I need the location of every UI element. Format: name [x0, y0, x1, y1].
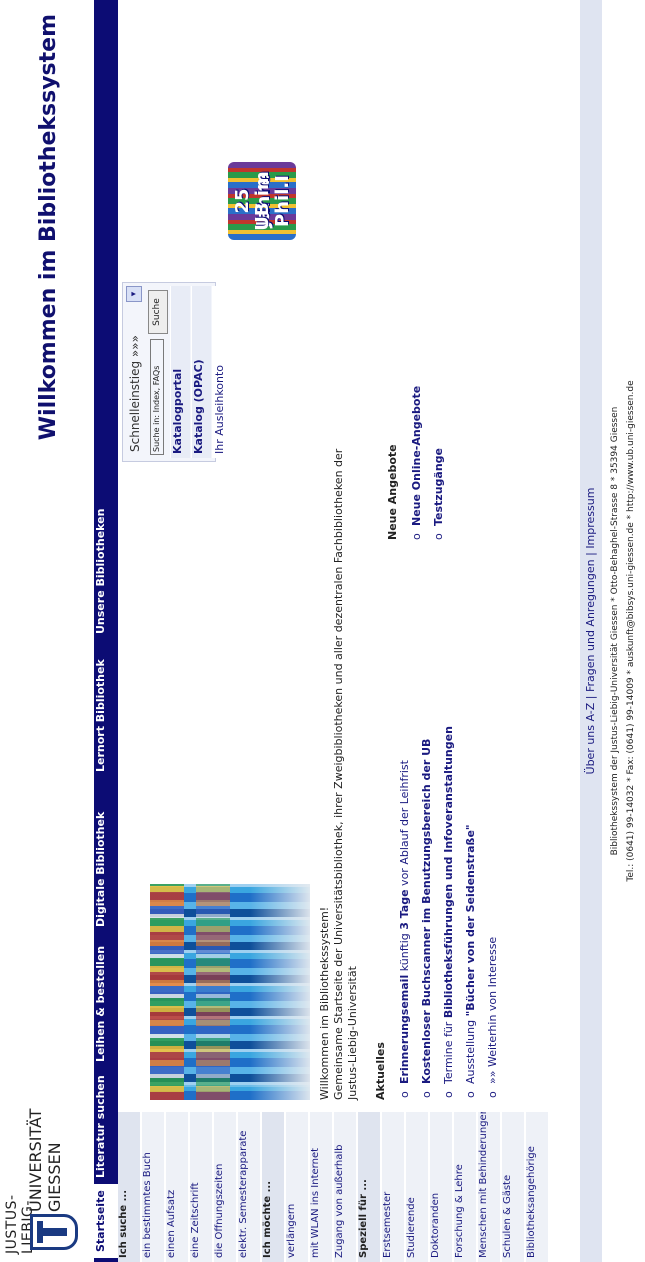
news-heading: Aktuelles	[374, 1042, 387, 1100]
sidebar: Ich suche ... ein bestimmtes Buch einen …	[118, 1112, 645, 1262]
tab-lernort-bibliothek[interactable]: Lernort Bibliothek	[94, 659, 118, 772]
university-emblem-icon	[30, 1214, 78, 1250]
footer-contact: Tel.: (0641) 99-14032 * Fax: (0641) 99-1…	[626, 380, 636, 882]
search-button[interactable]: Suche	[148, 290, 168, 334]
footer-address: Bibliothekssystem der Justus-Liebig-Univ…	[610, 406, 620, 856]
sidebar-item-oeffnungszeiten[interactable]: die Öffnungszeiten	[214, 1112, 237, 1262]
university-logo[interactable]: JUSTUS-LIEBIG- UNIVERSITÄT GIESSEN	[4, 1109, 86, 1254]
sidebar-item-studierende[interactable]: Studierende	[406, 1112, 429, 1262]
sidebar-heading-ich-suche: Ich suche ...	[118, 1112, 141, 1262]
sidebar-item-erstsemester[interactable]: Erstsemester	[382, 1112, 405, 1262]
news-item[interactable]: oTermine für Bibliotheksführungen und In…	[442, 726, 455, 1098]
sidebar-item-doktoranden[interactable]: Doktoranden	[430, 1112, 453, 1262]
sidebar-item-semesterapparate[interactable]: elektr. Semesterapparate	[238, 1112, 261, 1262]
offer-item-testzugaenge[interactable]: oTestzugänge	[432, 448, 445, 540]
quick-access-label: Schnelleinstieg »»»	[128, 335, 142, 452]
tab-startseite[interactable]: Startseite	[94, 1184, 118, 1258]
footer: Über uns A-Z | Fragen und Anregungen | I…	[580, 0, 645, 1262]
offer-item-online[interactable]: oNeue Online-Angebote	[410, 386, 423, 540]
banner-text-2: UB im	[252, 171, 273, 231]
main-navigation: Startseite Literatur suchen Leihen & bes…	[94, 0, 118, 1262]
anniversary-banner[interactable]: 25 Jahre UB im Phil.I	[228, 162, 296, 240]
sidebar-item-schulen-gaeste[interactable]: Schulen & Gäste	[502, 1112, 525, 1262]
tab-leihen-bestellen[interactable]: Leihen & bestellen	[94, 946, 118, 1062]
news-item-more[interactable]: o»» Weiterhin von Interesse	[486, 937, 499, 1098]
sidebar-item-verlaengern[interactable]: verlängern	[286, 1112, 309, 1262]
sidebar-item-wlan[interactable]: mit WLAN ins Internet	[310, 1112, 333, 1262]
sidebar-item-aufsatz[interactable]: einen Aufsatz	[166, 1112, 189, 1262]
link-katalogportal[interactable]: Katalogportal	[170, 286, 190, 458]
sidebar-item-bibliotheksangehoerige[interactable]: Bibliotheksangehörige	[526, 1112, 549, 1262]
tab-literatur-suchen[interactable]: Literatur suchen	[94, 1075, 118, 1178]
footer-links[interactable]: Über uns A-Z | Fragen und Anregungen | I…	[584, 0, 597, 1262]
news-item[interactable]: oErinnerungsemail künftig 3 Tage vor Abl…	[398, 760, 411, 1098]
tab-digitale-bibliothek[interactable]: Digitale Bibliothek	[94, 812, 118, 927]
sidebar-item-zeitschrift[interactable]: eine Zeitschrift	[190, 1112, 213, 1262]
search-input[interactable]: Suche in: Index, FAQs	[150, 339, 164, 455]
news-item[interactable]: oKostenloser Buchscanner im Benutzungsbe…	[420, 739, 433, 1098]
sidebar-heading-ich-moechte: Ich möchte ...	[262, 1112, 285, 1262]
logo-text-line2: UNIVERSITÄT	[26, 1108, 45, 1212]
offers-heading: Neue Angebote	[386, 444, 399, 540]
chevron-down-icon[interactable]: ▾	[126, 286, 142, 302]
link-ausleihkonto[interactable]: Ihr Ausleihkonto	[212, 286, 232, 458]
sidebar-heading-speziell-fuer: Speziell für ...	[358, 1112, 381, 1262]
tab-unsere-bibliotheken[interactable]: Unsere Bibliotheken	[94, 509, 118, 634]
page-title: Willkommen im Bibliothekssystem	[36, 14, 61, 441]
sidebar-item-behinderungen[interactable]: Menschen mit Behinderungen	[478, 1112, 501, 1262]
page: JUSTUS-LIEBIG- UNIVERSITÄT GIESSEN Willk…	[0, 0, 645, 1262]
intro-text-1: Willkommen im Bibliothekssystem!	[318, 906, 331, 1100]
intro-text-3: Justus-Liebig-Universität	[346, 966, 359, 1100]
banner-text-3: Phil.I	[272, 175, 293, 227]
news-item[interactable]: oAusstellung "Bücher von der Seidenstraß…	[464, 824, 477, 1098]
link-katalog-opac[interactable]: Katalog (OPAC)	[191, 286, 211, 458]
logo-text-lines: UNIVERSITÄT GIESSEN	[26, 1109, 64, 1212]
logo-text-line3: GIESSEN	[45, 1142, 64, 1212]
sidebar-item-forschung-lehre[interactable]: Forschung & Lehre	[454, 1112, 477, 1262]
header: JUSTUS-LIEBIG- UNIVERSITÄT GIESSEN Willk…	[0, 0, 94, 1262]
intro-text-2: Gemeinsame Startseite der Universitätsbi…	[332, 448, 345, 1100]
library-shelves-photo	[150, 884, 310, 1100]
sidebar-item-bestimmtes-buch[interactable]: ein bestimmtes Buch	[142, 1112, 165, 1262]
sidebar-item-zugang-ausserhalb[interactable]: Zugang von außerhalb	[334, 1112, 357, 1262]
